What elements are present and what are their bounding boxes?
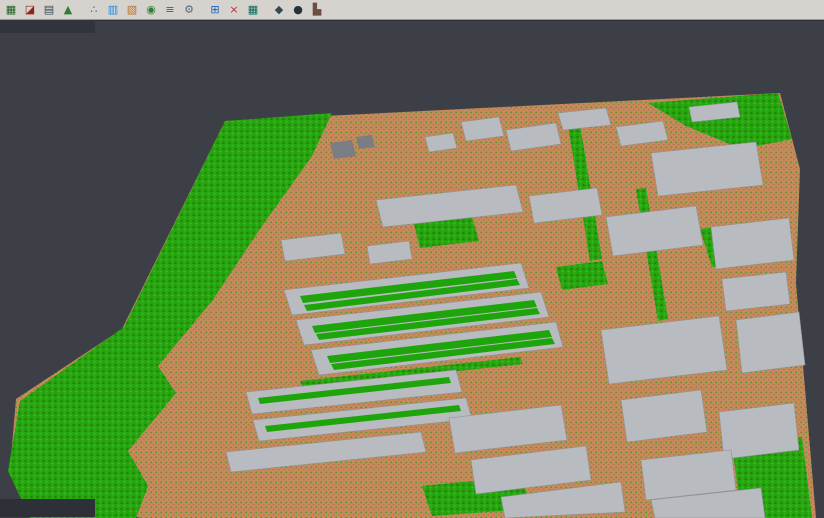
building-right-slab-2 bbox=[736, 312, 805, 373]
grid-surface-icon[interactable]: ▥ bbox=[104, 1, 122, 19]
filter-lines-icon[interactable]: ≡ bbox=[161, 1, 179, 19]
toolbar: ▦◪▤▲∴▥▧◉≡⚙⊞×▦◆●▙ bbox=[0, 0, 824, 20]
building-right-col-1 bbox=[722, 272, 790, 311]
classification-icon[interactable]: ◉ bbox=[142, 1, 160, 19]
building-row2-right bbox=[711, 218, 794, 269]
panel-corner-top-left bbox=[0, 20, 95, 33]
raster-grid-icon[interactable]: ▦ bbox=[244, 1, 262, 19]
globe-view-icon[interactable]: ● bbox=[289, 1, 307, 19]
ortho-image-icon[interactable]: ▧ bbox=[123, 1, 141, 19]
panel-corner-bottom-left bbox=[0, 499, 95, 517]
scene-layers bbox=[8, 93, 816, 518]
point-cloud-icon[interactable]: ∴ bbox=[85, 1, 103, 19]
toolbar-icons: ▦◪▤▲∴▥▧◉≡⚙⊞×▦◆●▙ bbox=[2, 1, 326, 19]
building-dark-forest-1 bbox=[330, 140, 356, 159]
building-dark-forest-2 bbox=[356, 135, 375, 149]
delete-icon[interactable]: × bbox=[225, 1, 243, 19]
profile-chart-icon[interactable]: ▙ bbox=[308, 1, 326, 19]
open-project-icon[interactable]: ▦ bbox=[2, 1, 20, 19]
toolbar-separator bbox=[263, 2, 269, 18]
save-icon[interactable]: ▤ bbox=[40, 1, 58, 19]
viewport-3d-scene[interactable] bbox=[0, 20, 824, 517]
terrain-model-icon[interactable]: ▲ bbox=[59, 1, 77, 19]
import-cloud-icon[interactable]: ◪ bbox=[21, 1, 39, 19]
toolbar-separator bbox=[199, 2, 205, 18]
zoom-extents-icon[interactable]: ⊞ bbox=[206, 1, 224, 19]
toolbar-separator bbox=[78, 2, 84, 18]
mesh-icon[interactable]: ◆ bbox=[270, 1, 288, 19]
settings-gear-icon[interactable]: ⚙ bbox=[180, 1, 198, 19]
point-cloud-render bbox=[0, 21, 824, 518]
